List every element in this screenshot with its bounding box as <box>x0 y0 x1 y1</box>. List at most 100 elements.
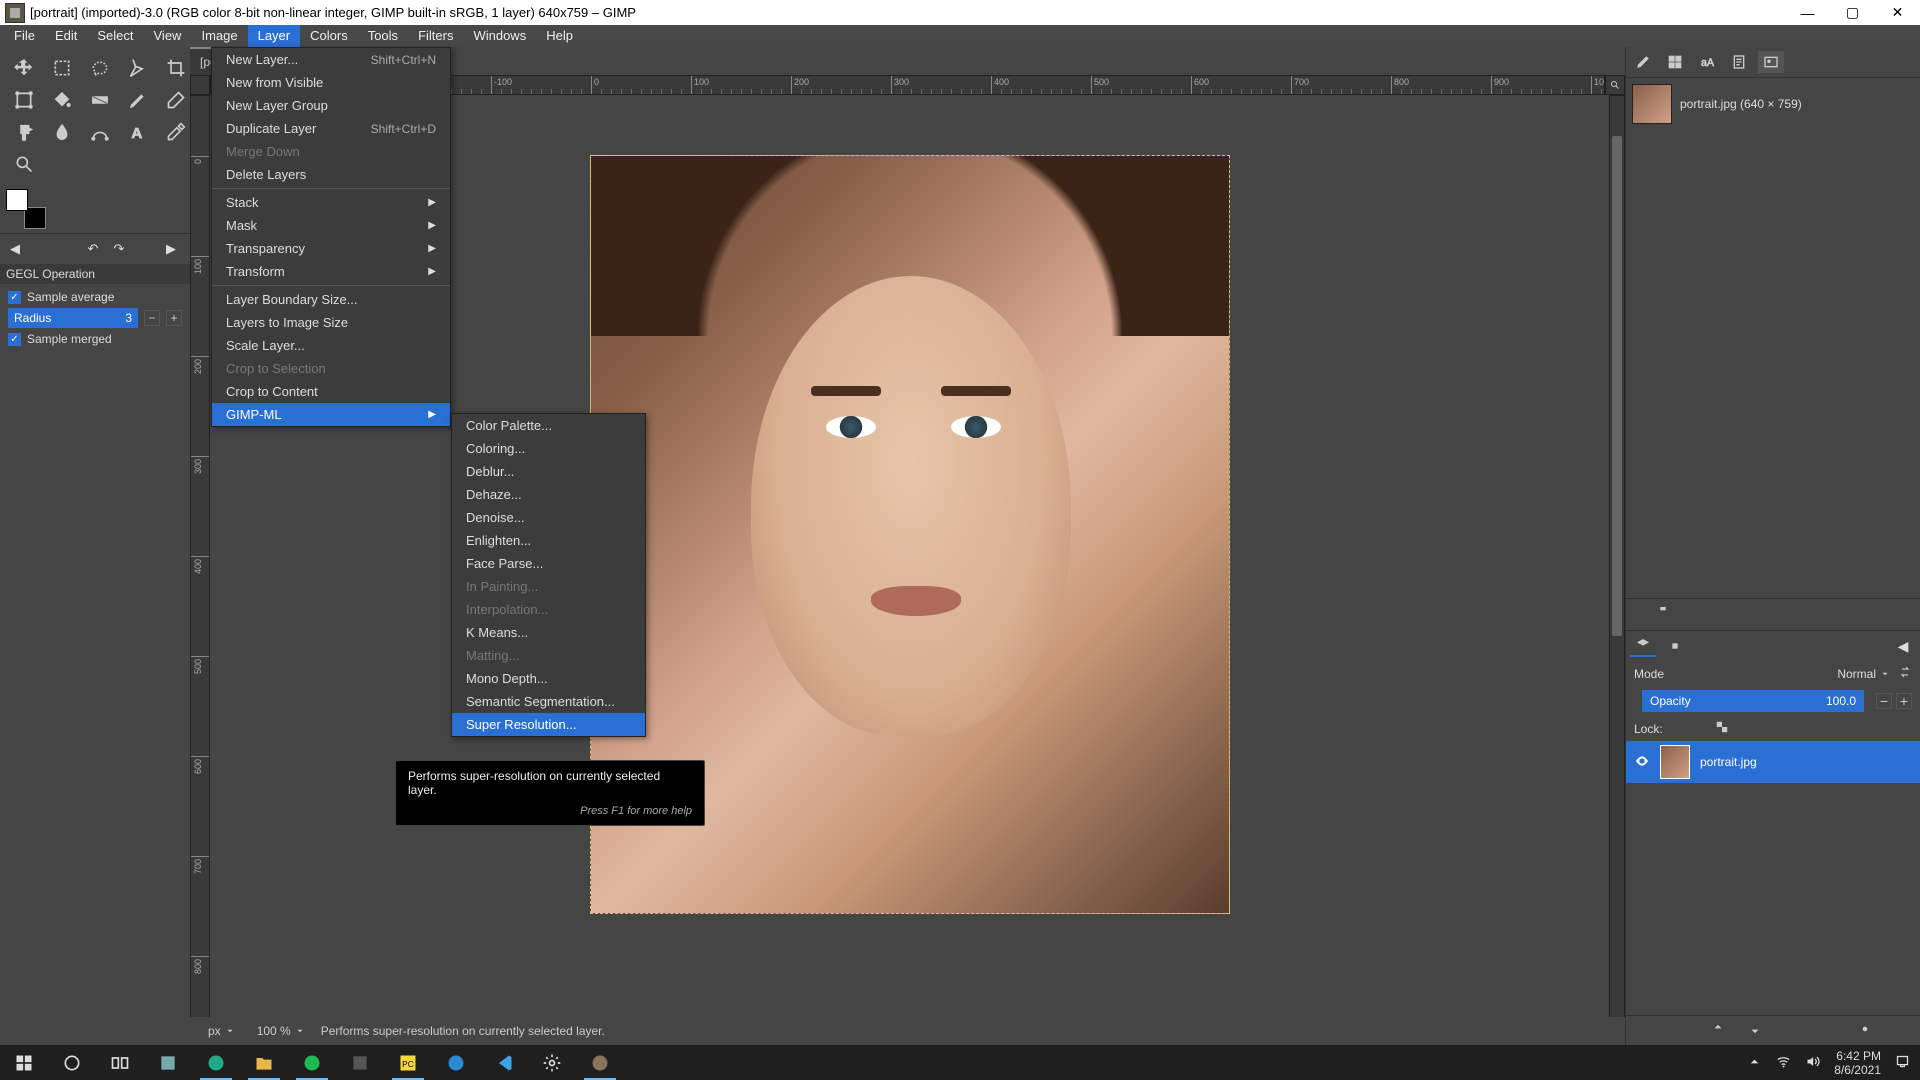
tool-options-tab[interactable] <box>30 238 52 260</box>
fg-color-swatch[interactable] <box>6 189 28 211</box>
menu-item[interactable]: Mask▶ <box>212 214 450 237</box>
mode-switch-button[interactable] <box>1898 665 1912 682</box>
color-picker-tool[interactable] <box>158 117 194 147</box>
lock-alpha-button[interactable] <box>1715 720 1729 737</box>
text-tool[interactable]: A <box>120 117 156 147</box>
close-button[interactable]: ✕ <box>1875 0 1920 25</box>
menu-item[interactable]: Transparency▶ <box>212 237 450 260</box>
menu-filters[interactable]: Filters <box>408 25 463 47</box>
save-image-button[interactable] <box>1655 605 1671 624</box>
submenu-item[interactable]: Mono Depth... <box>452 667 645 690</box>
tool-options-tab-right[interactable]: ▶ <box>160 238 182 260</box>
taskbar-app-vscode[interactable] <box>480 1045 528 1080</box>
layer-row[interactable]: portrait.jpg <box>1626 741 1920 783</box>
fonts-tab[interactable]: aA <box>1694 51 1720 73</box>
scrollbar-thumb[interactable] <box>1612 136 1622 636</box>
patterns-tab[interactable] <box>1662 51 1688 73</box>
submenu-item[interactable]: Enlighten... <box>452 529 645 552</box>
fuzzy-select-tool[interactable] <box>120 53 156 83</box>
zoom-tool[interactable] <box>6 149 42 179</box>
rect-select-tool[interactable] <box>44 53 80 83</box>
radius-slider[interactable]: Radius 3 <box>8 308 138 328</box>
reset-tool-preset[interactable] <box>100 1022 116 1041</box>
smudge-tool[interactable] <box>44 117 80 147</box>
radius-increment[interactable]: + <box>166 310 182 326</box>
menu-item[interactable]: GIMP-ML▶ <box>212 403 450 426</box>
menu-item[interactable]: Layers to Image Size <box>212 311 450 334</box>
taskbar-app-edge[interactable] <box>192 1045 240 1080</box>
brushes-tab[interactable] <box>1630 51 1656 73</box>
print-image-button[interactable] <box>1802 605 1818 624</box>
pencil-tool[interactable] <box>120 85 156 115</box>
taskbar-app-spotify[interactable] <box>288 1045 336 1080</box>
undo-history-tab[interactable]: ↶ <box>82 238 104 260</box>
submenu-item[interactable]: Deblur... <box>452 460 645 483</box>
fg-bg-colors[interactable] <box>6 189 46 229</box>
taskbar-app-1[interactable] <box>144 1045 192 1080</box>
transform-tool[interactable] <box>6 85 42 115</box>
zoom-fit-button[interactable] <box>1605 75 1625 95</box>
image-list-item[interactable]: portrait.jpg (640 × 759) <box>1632 84 1914 124</box>
eraser-tool[interactable] <box>158 85 194 115</box>
refresh-image-button[interactable] <box>1875 605 1891 624</box>
delete-layer-button[interactable] <box>1895 1022 1909 1039</box>
sample-merged-checkbox[interactable]: ✓ <box>8 333 21 346</box>
ruler-origin[interactable] <box>190 75 210 95</box>
submenu-item[interactable]: Face Parse... <box>452 552 645 575</box>
layer-visibility-icon[interactable] <box>1634 753 1650 772</box>
menu-item[interactable]: Duplicate LayerShift+Ctrl+D <box>212 117 450 140</box>
notifications-button[interactable] <box>1895 1054 1910 1072</box>
menu-item[interactable]: Stack▶ <box>212 191 450 214</box>
gradient-tool[interactable] <box>82 85 118 115</box>
layers-menu-button[interactable]: ◀ <box>1890 635 1916 657</box>
taskbar-app-settings[interactable] <box>528 1045 576 1080</box>
document-history-tab[interactable] <box>1726 51 1752 73</box>
menu-item[interactable]: Scale Layer... <box>212 334 450 357</box>
opacity-increment[interactable]: + <box>1896 693 1912 709</box>
menu-item[interactable]: Delete Layers <box>212 163 450 186</box>
taskbar-clock[interactable]: 6:42 PM 8/6/2021 <box>1834 1049 1881 1077</box>
crop-tool[interactable] <box>158 53 194 83</box>
new-layer-group-button[interactable] <box>1674 1022 1688 1039</box>
menu-image[interactable]: Image <box>191 25 247 47</box>
tray-overflow-button[interactable] <box>1747 1054 1762 1072</box>
menu-view[interactable]: View <box>144 25 192 47</box>
menu-item[interactable]: Crop to Content <box>212 380 450 403</box>
remove-image-button[interactable] <box>1728 605 1744 624</box>
redo-tab[interactable]: ↷ <box>108 238 130 260</box>
wifi-icon[interactable] <box>1776 1054 1791 1072</box>
radius-decrement[interactable]: − <box>144 310 160 326</box>
opacity-slider[interactable]: Opacity 100.0 <box>1642 690 1864 712</box>
menu-item[interactable]: Transform▶ <box>212 260 450 283</box>
menu-edit[interactable]: Edit <box>45 25 87 47</box>
cortana-button[interactable] <box>48 1045 96 1080</box>
opacity-decrement[interactable]: − <box>1876 693 1892 709</box>
lock-pixels-button[interactable] <box>1671 720 1685 737</box>
task-view-button[interactable] <box>96 1045 144 1080</box>
submenu-item[interactable]: Coloring... <box>452 437 645 460</box>
start-button[interactable] <box>0 1045 48 1080</box>
volume-icon[interactable] <box>1805 1054 1820 1072</box>
clone-tool[interactable] <box>6 117 42 147</box>
vertical-scrollbar[interactable] <box>1609 95 1625 1025</box>
minimize-button[interactable]: — <box>1785 0 1830 25</box>
save-tool-preset[interactable] <box>10 1022 26 1041</box>
lock-position-button[interactable] <box>1693 720 1707 737</box>
vertical-ruler[interactable]: 0100200300400500600700800 <box>190 95 210 1025</box>
path-tool[interactable] <box>82 117 118 147</box>
menu-layer[interactable]: Layer <box>248 25 301 47</box>
images-tab[interactable] <box>134 238 156 260</box>
menu-item[interactable]: New Layer Group <box>212 94 450 117</box>
submenu-item[interactable]: Dehaze... <box>452 483 645 506</box>
taskbar-app-4[interactable] <box>336 1045 384 1080</box>
device-status-tab[interactable] <box>56 238 78 260</box>
move-tool[interactable] <box>6 53 42 83</box>
menu-windows[interactable]: Windows <box>463 25 536 47</box>
maximize-button[interactable]: ▢ <box>1830 0 1875 25</box>
images-tab[interactable] <box>1758 51 1784 73</box>
taskbar-app-edge2[interactable] <box>432 1045 480 1080</box>
layers-tab[interactable] <box>1630 635 1656 657</box>
menu-tools[interactable]: Tools <box>358 25 408 47</box>
submenu-item[interactable]: Color Palette... <box>452 414 645 437</box>
free-select-tool[interactable] <box>82 53 118 83</box>
